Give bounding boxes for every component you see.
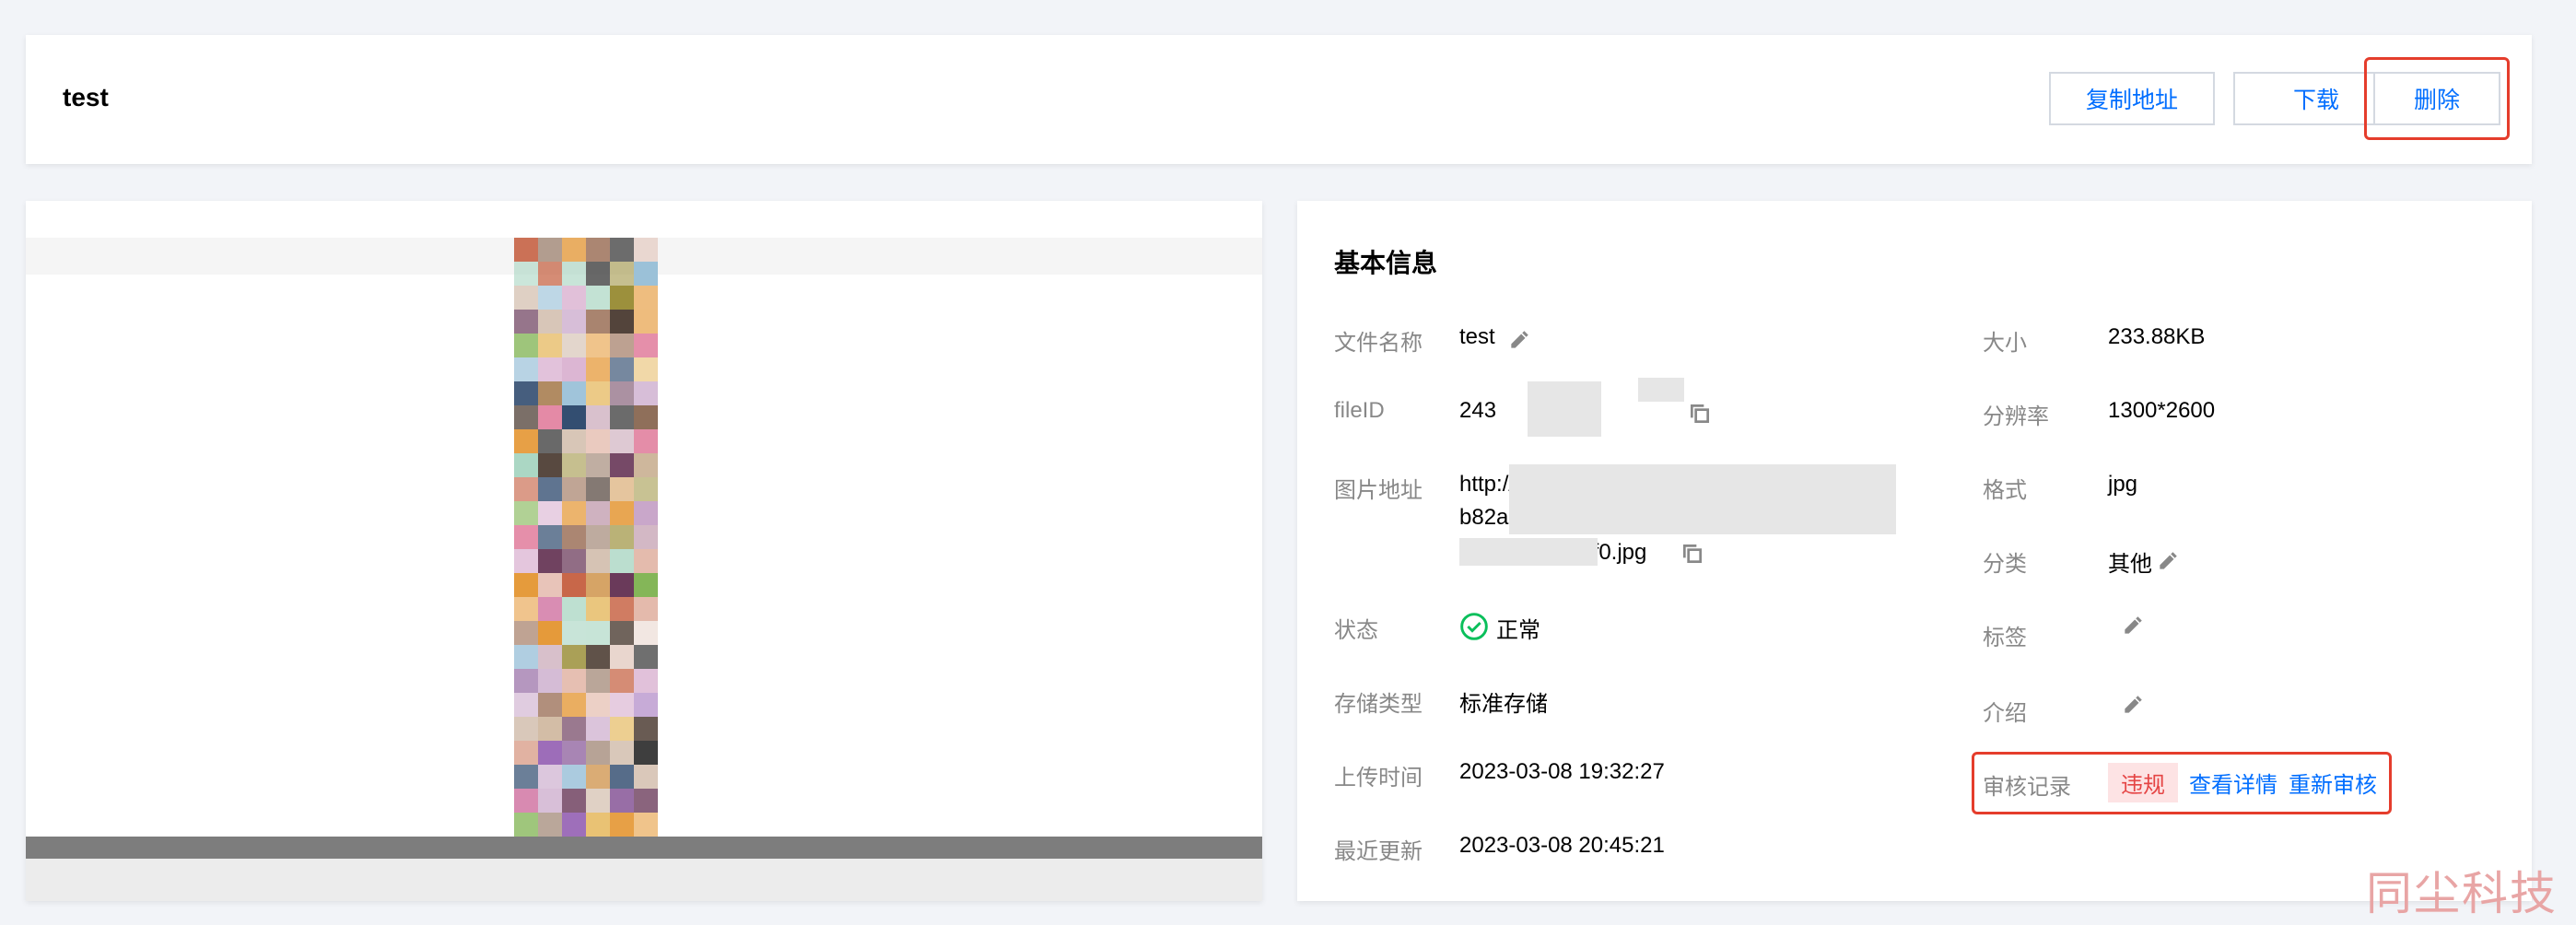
- edit-category-icon[interactable]: [2156, 549, 2180, 573]
- file-name-value: test: [1459, 324, 1495, 349]
- storage-type-value: 标准存储: [1459, 692, 1548, 717]
- status-value: 正常: [1496, 618, 1540, 643]
- status-label: 状态: [1334, 618, 1378, 643]
- image-url-label: 图片地址: [1334, 478, 1423, 503]
- copy-address-button[interactable]: 复制地址: [2049, 72, 2215, 125]
- check-circle-icon: [1460, 613, 1488, 640]
- storage-type-label: 存储类型: [1334, 692, 1423, 717]
- format-value: jpg: [2108, 472, 2138, 497]
- file-id-value: 243: [1459, 398, 1497, 423]
- last-update-value: 2023-03-08 20:45:21: [1459, 833, 1665, 858]
- edit-intro-icon[interactable]: [2121, 693, 2145, 717]
- watermark: 同尘科技: [2366, 867, 2558, 920]
- copy-id-icon[interactable]: [1688, 402, 1712, 426]
- preview-image: [26, 238, 1262, 901]
- resolution-label: 分辨率: [1983, 404, 2049, 429]
- redacted-block: [1509, 464, 1896, 534]
- audit-highlight-box: [1972, 752, 2392, 814]
- edit-tags-icon[interactable]: [2121, 614, 2145, 638]
- category-value: 其他: [2108, 552, 2152, 577]
- file-name-label: 文件名称: [1334, 331, 1423, 356]
- file-title: test: [63, 83, 109, 111]
- intro-label: 介绍: [1983, 701, 2027, 726]
- format-label: 格式: [1983, 478, 2027, 503]
- tags-label: 标签: [1983, 626, 2027, 650]
- last-update-label: 最近更新: [1334, 839, 1423, 864]
- resolution-value: 1300*2600: [2108, 398, 2216, 423]
- image-preview: [26, 201, 1262, 901]
- upload-time-label: 上传时间: [1334, 766, 1423, 790]
- copy-url-icon[interactable]: [1680, 542, 1704, 566]
- category-label: 分类: [1983, 552, 2027, 577]
- redacted-block: [1638, 378, 1684, 402]
- basic-info-title: 基本信息: [1334, 249, 1438, 277]
- redacted-block: [1528, 381, 1601, 437]
- size-label: 大小: [1983, 331, 2027, 356]
- edit-name-icon[interactable]: [1507, 328, 1531, 352]
- upload-time-value: 2023-03-08 19:32:27: [1459, 759, 1665, 784]
- file-header-card: test 复制地址 下载 删除: [26, 35, 2532, 164]
- delete-highlight-box: [2364, 57, 2510, 140]
- size-value: 233.88KB: [2108, 324, 2206, 349]
- redacted-block: [1459, 538, 1598, 566]
- file-id-label: fileID: [1334, 398, 1385, 423]
